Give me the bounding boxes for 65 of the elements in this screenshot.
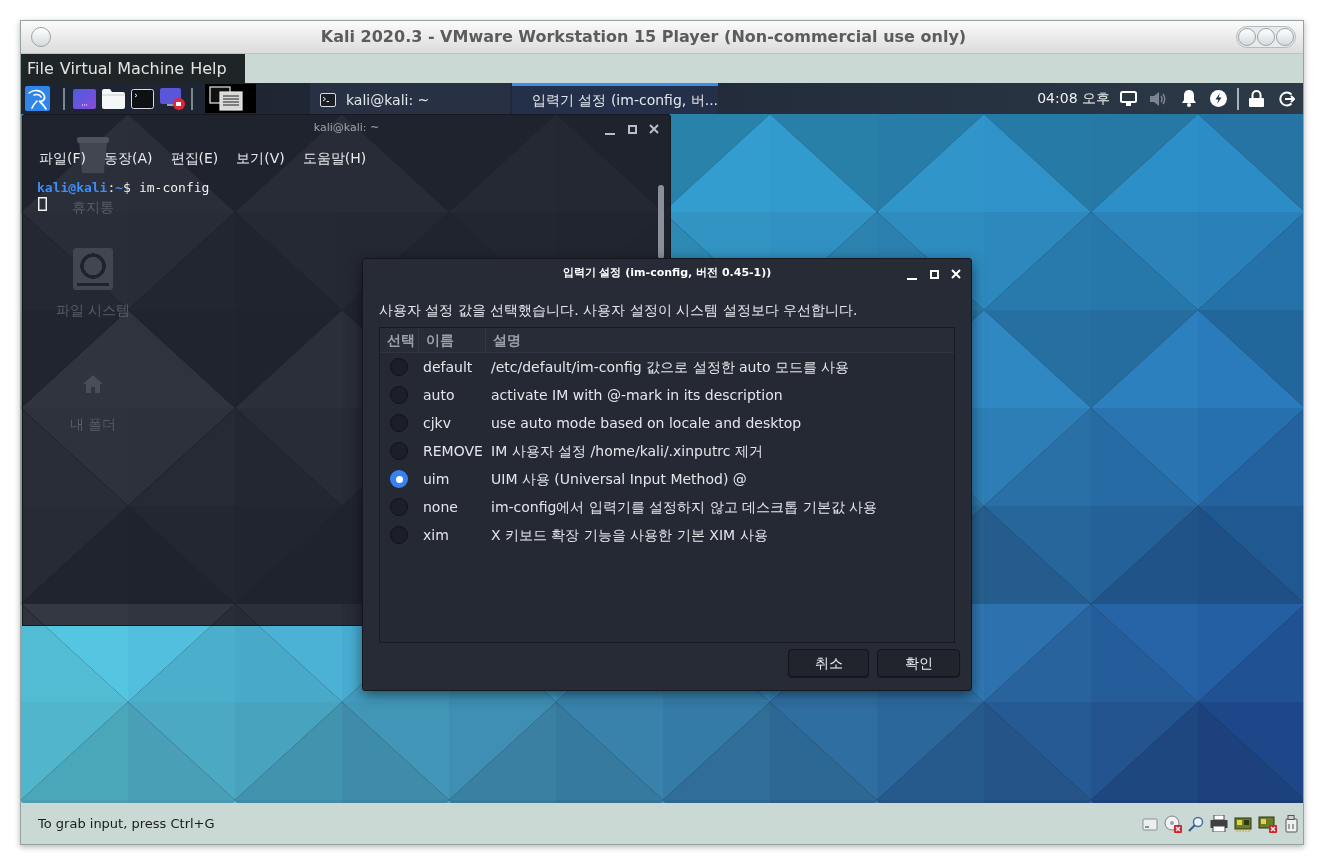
folder-icon[interactable] — [102, 88, 125, 109]
method-description: IM 사용자 설정 /home/kali/.xinputrc 제거 — [490, 441, 763, 461]
lock-icon[interactable] — [1249, 90, 1264, 107]
menu-item[interactable]: Virtual Machine — [56, 56, 188, 81]
radio-button[interactable] — [390, 526, 408, 544]
network-card-icon[interactable] — [1258, 814, 1277, 833]
workspace-pager-icon[interactable] — [205, 84, 256, 113]
speaker-icon[interactable] — [1150, 90, 1167, 107]
radio-button[interactable] — [390, 386, 408, 404]
method-name: default — [422, 357, 474, 377]
disc-icon[interactable] — [1164, 814, 1182, 833]
logo-icon[interactable] — [25, 86, 50, 111]
power-icon[interactable] — [1210, 90, 1227, 107]
magnifier-icon[interactable] — [1188, 815, 1204, 832]
method-description: /etc/default/im-config 값으로 설정한 auto 모드를 사용 — [490, 357, 850, 377]
method-description: im-config에서 입력기를 설정하지 않고 데스크톱 기본값 사용 — [490, 497, 878, 517]
method-name: none — [422, 497, 459, 517]
radio-button[interactable] — [390, 442, 408, 460]
menu-item[interactable]: 파일(F) — [38, 147, 87, 169]
display-icon[interactable] — [1120, 91, 1137, 106]
method-description: activate IM with @-mark in its description — [490, 385, 783, 405]
window-title: kali@kali: ~ — [313, 120, 380, 137]
menu-item[interactable]: 도움말(H) — [301, 147, 368, 169]
task-label: 입력기 설정 (im-config, 버... — [532, 90, 719, 110]
menu-item[interactable]: 동장(A) — [103, 147, 154, 169]
bell-icon[interactable] — [1181, 90, 1197, 107]
taskbar-task[interactable]: kali@kali: ~ — [310, 83, 510, 114]
column-header: 이름 — [418, 328, 485, 352]
screen-record-icon[interactable] — [160, 87, 185, 110]
method-name: uim — [422, 469, 451, 489]
task-label: kali@kali: ~ — [346, 90, 430, 110]
dialog-title: 입력기 설정 (im-config, 버전 0.45-1)) — [562, 265, 772, 282]
logout-icon[interactable] — [1279, 90, 1295, 107]
menu-item[interactable]: File — [24, 56, 57, 81]
screen-icon[interactable] — [73, 88, 96, 109]
window-title: Kali 2020.3 - VMware Workstation 15 Player (Non-commercial use only) — [319, 26, 968, 48]
method-name: cjkv — [422, 413, 452, 433]
terminal-icon — [320, 93, 336, 107]
cursor-block-icon — [38, 197, 47, 211]
menu-item[interactable]: 보기(V) — [235, 147, 286, 169]
radio-button[interactable] — [390, 414, 408, 432]
radio-button[interactable] — [390, 358, 408, 376]
printer-icon[interactable] — [1210, 815, 1228, 832]
usb-device-icon[interactable] — [1283, 814, 1299, 833]
clock: 04:08 오후 — [1037, 89, 1110, 108]
method-description: use auto mode based on locale and desktop — [490, 413, 802, 433]
terminal-icon[interactable] — [131, 88, 154, 109]
terminal-prompt: kali@kali:~$ — [37, 180, 131, 196]
method-name: xim — [422, 525, 450, 545]
column-header: 설명 — [485, 328, 954, 352]
dialog-message: 사용자 설정 값을 선택했습니다. 사용자 설정이 시스템 설정보다 우선합니다. — [379, 301, 859, 319]
taskbar-task[interactable]: 입력기 설정 (im-config, 버... — [512, 83, 718, 114]
radio-button[interactable] — [390, 470, 408, 488]
method-name: auto — [422, 385, 456, 405]
method-description: X 키보드 확장 기능을 사용한 기본 XIM 사용 — [490, 525, 768, 545]
menu-item[interactable]: Help — [187, 56, 230, 81]
menu-item[interactable]: 편집(E) — [169, 147, 220, 169]
network-card-icon[interactable] — [1234, 815, 1252, 832]
method-description: UIM 사용 (Universal Input Method) @ — [490, 469, 747, 489]
status-text: To grab input, press Ctrl+G — [38, 814, 215, 833]
terminal-command: im-config — [138, 180, 210, 196]
radio-button[interactable] — [390, 498, 408, 516]
column-header: 선택 — [386, 330, 416, 350]
method-name: REMOVE — [422, 441, 484, 461]
drive-icon[interactable] — [1142, 815, 1158, 832]
